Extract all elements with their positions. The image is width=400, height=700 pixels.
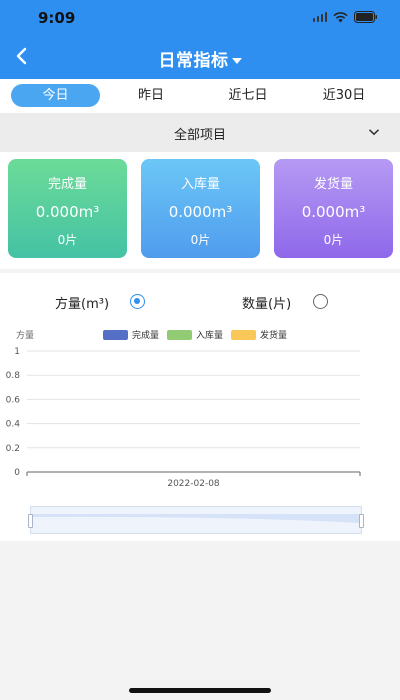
status-icons [313, 11, 378, 23]
card-volume: 0.000m³ [168, 203, 233, 221]
signal-icon [313, 12, 327, 22]
project-selector-value: 全部项目 [173, 128, 226, 143]
page-title: 日常指标 [158, 51, 229, 71]
chart-zoom-slider[interactable] [28, 506, 364, 534]
card-title: 完成量 [47, 177, 87, 192]
completed-card[interactable]: 完成量 0.000m³ 0片 [8, 159, 127, 258]
card-pieces: 0片 [190, 233, 211, 247]
status-time: 9:09 [38, 9, 76, 27]
y-tick-label: 0.2 [6, 444, 20, 454]
card-title: 发货量 [313, 177, 353, 192]
chart-panel: 方量(m³) 数量(片) 方量 完成量 入库量 发货量 1 0.8 0.6 0.4 0.… [0, 273, 400, 541]
summary-cards: 完成量 0.000m³ 0片 入库量 0.000m³ 0片 发货量 0.000m… [0, 152, 400, 269]
zoom-handle-left[interactable] [28, 514, 33, 528]
y-tick-label: 0.4 [6, 420, 21, 430]
card-volume: 0.000m³ [301, 203, 366, 221]
tab-yesterday[interactable]: 昨日 [116, 84, 186, 107]
y-tick-label: 0.8 [6, 371, 21, 381]
y-tick-label: 1 [14, 347, 20, 357]
card-volume: 0.000m³ [35, 203, 100, 221]
card-title: 入库量 [180, 177, 220, 192]
chevron-down-icon [368, 129, 380, 136]
shipped-card[interactable]: 发货量 0.000m³ 0片 [274, 159, 393, 258]
tab-today[interactable]: 今日 [11, 84, 100, 107]
page-title-dropdown[interactable]: 日常指标 [0, 46, 400, 71]
y-tick-label: 0 [14, 468, 20, 478]
tab-last-7-days[interactable]: 近七日 [208, 84, 288, 107]
zoom-handle-right[interactable] [359, 514, 364, 528]
bar-chart: 1 0.8 0.6 0.4 0.2 0 2022-02-08 [6, 347, 361, 489]
card-pieces: 0片 [57, 233, 78, 247]
top-bar: 9:09 日常指标 [0, 0, 400, 79]
wifi-icon [333, 11, 348, 23]
y-tick-label: 0.6 [6, 395, 21, 405]
date-range-tabs: 今日 昨日 近七日 近30日 [0, 79, 400, 113]
tab-last-30-days[interactable]: 近30日 [302, 84, 386, 107]
card-pieces: 0片 [323, 233, 344, 247]
home-indicator [129, 688, 271, 693]
battery-icon [354, 11, 378, 23]
project-selector[interactable]: 全部项目 [0, 113, 400, 152]
x-tick-label: 2022-02-08 [167, 479, 220, 489]
caret-down-icon [231, 58, 242, 64]
stocked-card[interactable]: 入库量 0.000m³ 0片 [141, 159, 260, 258]
